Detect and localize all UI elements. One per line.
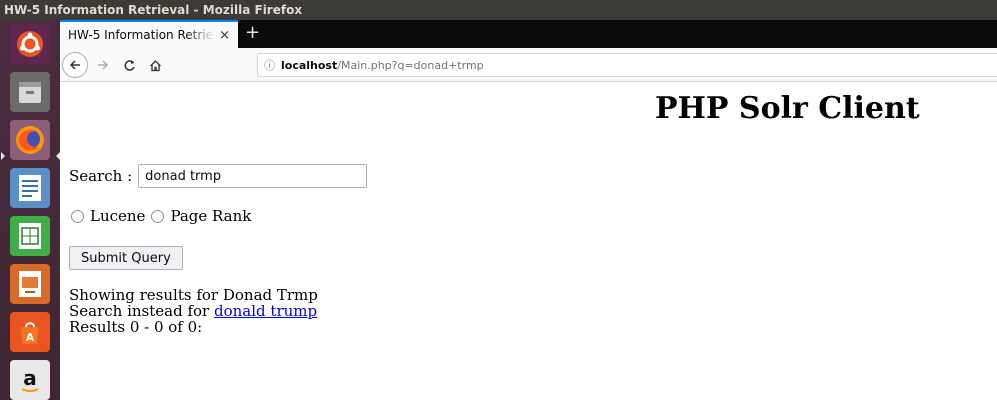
running-indicator-icon [1,152,5,160]
ubuntu-launcher: A a [0,20,60,400]
search-instead-line: Search instead for donald trump [69,303,318,319]
page-title: PHP Solr Client [655,91,920,126]
info-icon[interactable]: ⓘ [264,57,275,73]
url-bar[interactable]: ⓘ localhost/Main.php?q=donad+trmp [257,53,997,77]
results-section: Showing results for Donad Trmp Search in… [69,287,318,335]
new-tab-button[interactable]: + [245,22,260,43]
url-host: localhost [281,58,338,72]
showing-results-text: Showing results for Donad Trmp [69,286,318,304]
tab-title: HW-5 Information Retrieva [68,28,216,42]
libreoffice-writer-icon[interactable] [10,168,50,208]
amazon-icon[interactable]: a [10,360,50,400]
home-button[interactable] [142,52,168,78]
results-count: Results 0 - 0 of 0: [69,318,203,336]
svg-text:A: A [26,331,35,344]
tab-active[interactable]: HW-5 Information Retrieva × [60,20,238,48]
home-icon [149,59,161,71]
svg-text:a: a [23,366,37,390]
pagerank-label: Page Rank [170,207,252,225]
window-title: HW-5 Information Retrieval - Mozilla Fir… [0,0,997,20]
libreoffice-impress-icon[interactable] [10,264,50,304]
page-content: PHP Solr Client Search : Lucene Page Ran… [60,82,997,400]
ubuntu-dash-icon[interactable] [10,24,50,64]
files-icon[interactable] [10,72,50,112]
libreoffice-calc-icon[interactable] [10,216,50,256]
back-button[interactable] [62,52,88,78]
navigation-bar: ⓘ localhost/Main.php?q=donad+trmp [60,48,997,82]
lucene-radio[interactable] [71,209,84,223]
forward-button[interactable] [90,52,116,78]
ubuntu-software-icon[interactable]: A [10,312,50,352]
suggestion-link[interactable]: donald trump [214,302,317,320]
search-label: Search : [69,167,133,185]
forward-arrow-icon [98,60,109,70]
url-path: /Main.php?q=donad+trmp [337,58,484,72]
submit-query-button[interactable]: Submit Query [69,246,183,270]
reload-icon [124,59,135,71]
back-arrow-icon [69,60,80,70]
tab-strip: HW-5 Information Retrieva × + [60,20,997,48]
reload-button[interactable] [116,52,142,78]
tab-close-icon[interactable]: × [219,28,230,43]
ranking-options: Lucene Page Rank [71,207,257,225]
firefox-icon[interactable] [10,120,50,160]
search-row: Search : [69,164,368,188]
pagerank-radio[interactable] [151,209,165,223]
search-input[interactable] [138,164,368,188]
lucene-label: Lucene [90,207,146,225]
